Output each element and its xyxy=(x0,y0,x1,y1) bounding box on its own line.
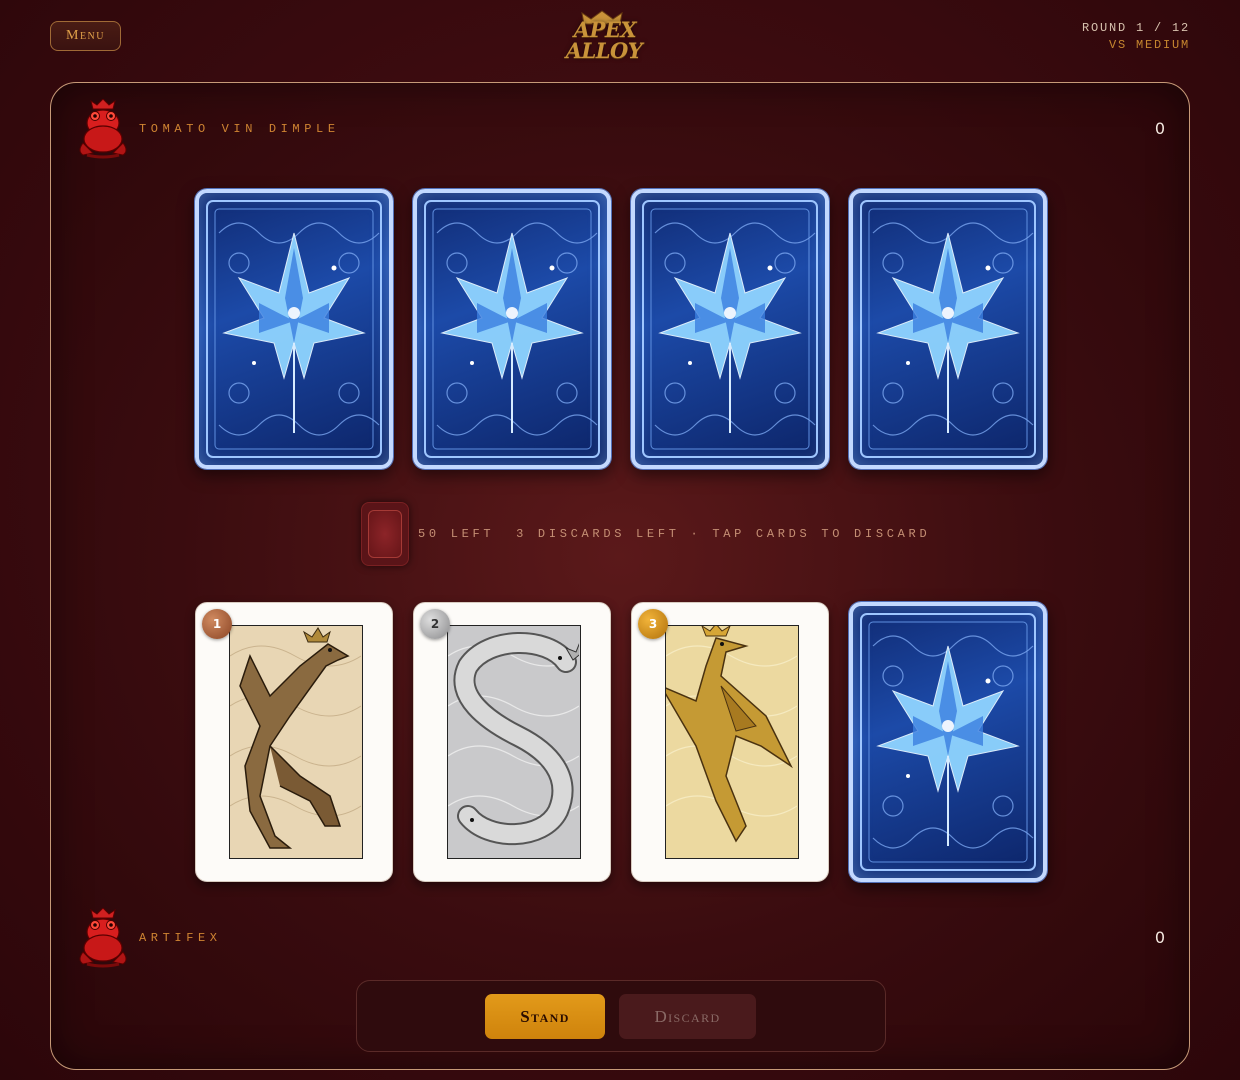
crowned-raven-art xyxy=(666,626,797,843)
discard-button[interactable]: Discard xyxy=(619,994,756,1039)
apex-alloy-logo: APEX ALLOY xyxy=(560,10,644,66)
logo-word-1: APEX xyxy=(573,17,637,42)
action-bar: Stand Discard xyxy=(356,980,886,1052)
crystal-leaf-card-back xyxy=(860,613,1036,871)
opponent-hand xyxy=(195,189,1047,469)
player-info: ARTIFEX xyxy=(75,908,222,968)
opponent-card-back xyxy=(849,189,1047,469)
opponent-name: TOMATO VIN DIMPLE xyxy=(139,122,340,136)
difficulty-label: VS MEDIUM xyxy=(1108,38,1190,52)
red-crowned-frog-icon xyxy=(79,99,127,159)
player-card-raven[interactable]: 3 xyxy=(631,602,829,882)
player-hand: 1 2 3 xyxy=(195,602,1047,882)
player-score: 0 xyxy=(1154,928,1165,947)
crowned-catfish-art xyxy=(448,632,579,846)
game-board: TOMATO VIN DIMPLE 0 50 LEFT 3 DISCARDS L… xyxy=(50,82,1190,1070)
card-art-frame xyxy=(447,625,581,859)
opponent-card-back xyxy=(631,189,829,469)
opponent-score: 0 xyxy=(1154,119,1165,138)
opponent-card-back xyxy=(195,189,393,469)
menu-button[interactable]: Menu xyxy=(50,21,121,51)
deck-status-text: 50 LEFT 3 DISCARDS LEFT · TAP CARDS TO D… xyxy=(418,527,931,541)
opponent-info: TOMATO VIN DIMPLE xyxy=(75,99,340,159)
rank-badge: 2 xyxy=(420,609,450,639)
rank-badge: 3 xyxy=(638,609,668,639)
crystal-leaf-card-back xyxy=(860,200,1036,458)
stand-button[interactable]: Stand xyxy=(485,994,605,1039)
player-card-back[interactable] xyxy=(849,602,1047,882)
opponent-card-back xyxy=(413,189,611,469)
crystal-leaf-card-back xyxy=(206,200,382,458)
card-art-frame xyxy=(665,625,799,859)
red-crowned-frog-icon xyxy=(79,908,127,968)
player-name: ARTIFEX xyxy=(139,931,222,945)
crystal-leaf-card-back xyxy=(642,200,818,458)
player-card-catfish[interactable]: 2 xyxy=(413,602,611,882)
rank-badge: 1 xyxy=(202,609,232,639)
card-art-frame xyxy=(229,625,363,859)
player-card-wolf[interactable]: 1 xyxy=(195,602,393,882)
round-info: ROUND 1 / 12 VS MEDIUM xyxy=(1082,20,1190,54)
crowned-wolf-art xyxy=(230,627,361,849)
crystal-leaf-card-back xyxy=(424,200,600,458)
draw-pile[interactable] xyxy=(361,502,409,566)
round-counter: ROUND 1 / 12 xyxy=(1081,21,1190,35)
logo-word-2: ALLOY xyxy=(565,38,643,63)
